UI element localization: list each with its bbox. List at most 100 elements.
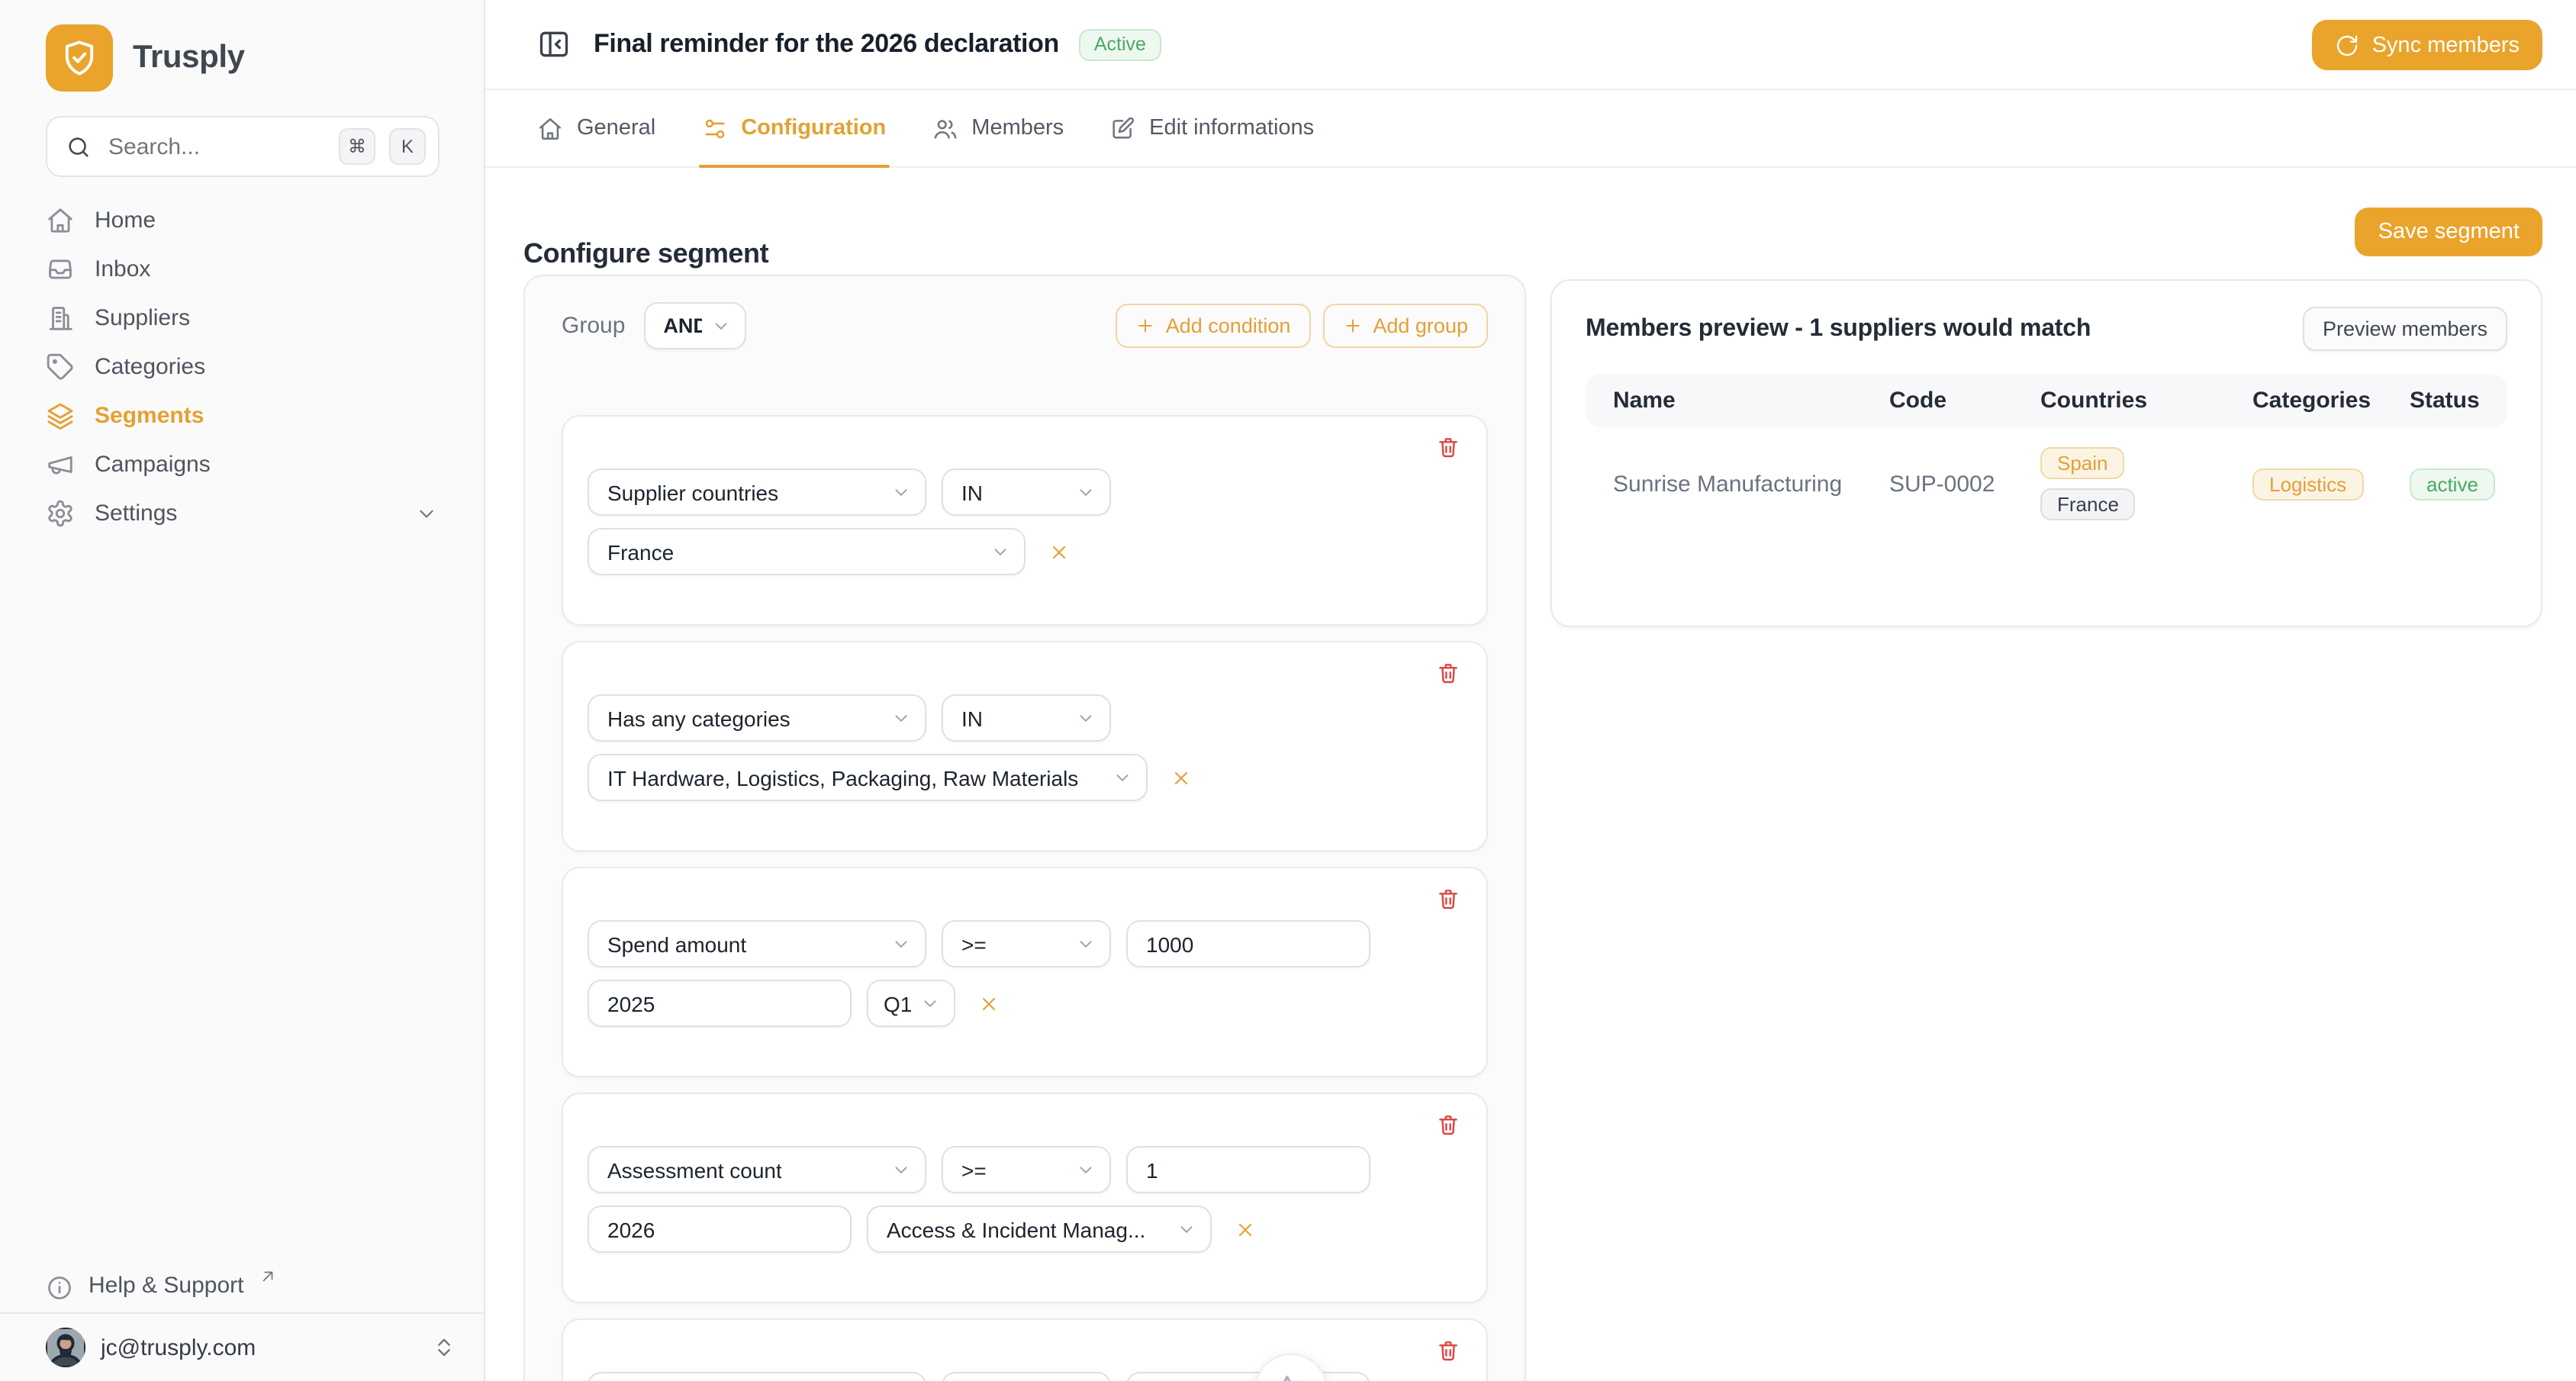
delete-condition-icon[interactable] [1436, 887, 1460, 911]
sidebar-item-home[interactable]: Home [21, 198, 462, 243]
condition-field-select[interactable]: Assessment score [588, 1372, 926, 1381]
table-header-row: Name Code Countries Categories Status [1586, 374, 2507, 427]
sidebar-item-settings[interactable]: Settings [21, 491, 462, 536]
chevron-down-icon [1076, 934, 1096, 954]
sidebar-item-campaigns[interactable]: Campaigns [21, 443, 462, 487]
user-menu[interactable]: jc@trusply.com [46, 1325, 456, 1370]
category-tag: Logistics [2252, 468, 2363, 500]
plus-icon [1342, 316, 1362, 336]
delete-condition-icon[interactable] [1436, 1338, 1460, 1363]
tab-configuration[interactable]: Configuration [701, 90, 886, 166]
sidebar-item-inbox[interactable]: Inbox [21, 247, 462, 291]
inbox-icon [46, 255, 75, 284]
condition-operator-select[interactable]: >= [942, 920, 1111, 967]
members-preview-title: Members preview - 1 suppliers would matc… [1586, 315, 2091, 343]
clear-value-icon[interactable] [1235, 1218, 1256, 1240]
column-header-name: Name [1613, 388, 1889, 414]
condition-field-select[interactable]: Has any categories [588, 694, 926, 742]
edit-square-icon [1109, 115, 1135, 141]
condition-value-select[interactable]: France [588, 528, 1026, 575]
condition-operator-select[interactable]: > [942, 1372, 1111, 1381]
tab-edit-informations[interactable]: Edit informations [1109, 90, 1314, 166]
chevrons-up-down-icon [432, 1335, 456, 1360]
chevron-down-icon [710, 316, 730, 336]
chevron-down-icon [891, 708, 911, 728]
chevron-down-icon [1177, 1219, 1196, 1239]
column-header-status: Status [2410, 388, 2507, 414]
plus-icon [1135, 316, 1155, 336]
gear-icon [46, 499, 75, 528]
sidebar-item-categories[interactable]: Categories [21, 345, 462, 389]
delete-condition-icon[interactable] [1436, 435, 1460, 459]
condition-value-input[interactable] [1126, 920, 1370, 967]
condition-value-input[interactable] [1126, 1372, 1370, 1381]
condition-campaign-select[interactable]: Access & Incident Manag... [867, 1206, 1212, 1253]
sync-members-button[interactable]: Sync members [2313, 20, 2542, 70]
sync-members-label: Sync members [2372, 33, 2520, 57]
avatar [46, 1328, 85, 1367]
condition-operator-select[interactable]: IN [942, 468, 1111, 516]
group-header: Group AND Add condition Add group [562, 302, 1488, 349]
preview-members-button[interactable]: Preview members [2303, 307, 2507, 351]
layers-icon [46, 401, 75, 430]
chevron-down-icon [1076, 1160, 1096, 1180]
clear-value-icon[interactable] [1048, 541, 1070, 562]
tab-label: Edit informations [1149, 116, 1314, 140]
add-group-button[interactable]: Add group [1322, 304, 1488, 348]
brand-logo[interactable]: Trusply [46, 24, 245, 92]
members-preview-panel: Members preview - 1 suppliers would matc… [1550, 279, 2542, 627]
tab-general[interactable]: General [537, 90, 655, 166]
main-content: Configure segment Save segment Group AND… [485, 168, 2576, 1381]
cmd-key-badge: ⌘ [339, 128, 375, 165]
users-icon [932, 115, 958, 141]
home-icon [46, 206, 75, 235]
condition-year-input[interactable] [588, 1206, 852, 1253]
table-row[interactable]: Sunrise Manufacturing SUP-0002 Spain Fra… [1586, 447, 2507, 520]
group-label: Group [562, 313, 625, 339]
column-header-code: Code [1889, 388, 2040, 414]
help-support-link[interactable]: Help & Support [46, 1273, 275, 1302]
info-icon [46, 1274, 73, 1302]
search-box[interactable]: ⌘ K [46, 116, 440, 177]
shield-check-icon [46, 24, 113, 92]
tab-members[interactable]: Members [932, 90, 1064, 166]
condition-field-select[interactable]: Spend amount [588, 920, 926, 967]
chevron-down-icon [891, 1160, 911, 1180]
page-header: Final reminder for the 2026 declaration … [485, 0, 2576, 90]
search-input[interactable] [105, 132, 325, 161]
categories-cell: Logistics [2252, 468, 2410, 500]
megaphone-icon [46, 450, 75, 479]
sidebar-item-label: Home [95, 208, 156, 233]
sidebar-divider [0, 1312, 484, 1314]
sidebar-item-label: Inbox [95, 256, 150, 282]
condition-value-input[interactable] [1126, 1146, 1370, 1193]
sidebar-item-label: Segments [95, 403, 204, 429]
condition-field-select[interactable]: Assessment count [588, 1146, 926, 1193]
tab-bar: General Configuration Members Edit infor… [485, 90, 2576, 168]
sidebar-item-suppliers[interactable]: Suppliers [21, 296, 462, 340]
panel-collapse-icon[interactable] [537, 27, 571, 61]
chevron-down-icon [1076, 482, 1096, 502]
country-tag: Spain [2040, 447, 2125, 479]
condition-value-select[interactable]: IT Hardware, Logistics, Packaging, Raw M… [588, 754, 1148, 801]
add-condition-button[interactable]: Add condition [1116, 304, 1311, 348]
group-operator-select[interactable]: AND [643, 302, 745, 349]
country-tag: France [2040, 488, 2136, 520]
clear-value-icon[interactable] [1170, 767, 1192, 788]
condition-year-input[interactable] [588, 980, 852, 1027]
condition-operator-select[interactable]: IN [942, 694, 1111, 742]
condition-operator-select[interactable]: >= [942, 1146, 1111, 1193]
delete-condition-icon[interactable] [1436, 1112, 1460, 1137]
clear-value-icon[interactable] [978, 993, 1000, 1014]
app-window: Trusply ⌘ K Home Inbox [0, 0, 2576, 1381]
save-segment-button[interactable]: Save segment [2355, 208, 2542, 256]
external-link-arrow-icon [259, 1268, 275, 1285]
chevron-down-icon [415, 502, 438, 525]
sidebar-nav: Home Inbox Suppliers Categories [21, 198, 462, 536]
home-icon [537, 115, 563, 141]
condition-field-select[interactable]: Supplier countries [588, 468, 926, 516]
sidebar-item-segments[interactable]: Segments [21, 394, 462, 438]
condition-quarter-select[interactable]: Q1 [867, 980, 955, 1027]
delete-condition-icon[interactable] [1436, 661, 1460, 685]
tab-label: Members [971, 116, 1064, 140]
